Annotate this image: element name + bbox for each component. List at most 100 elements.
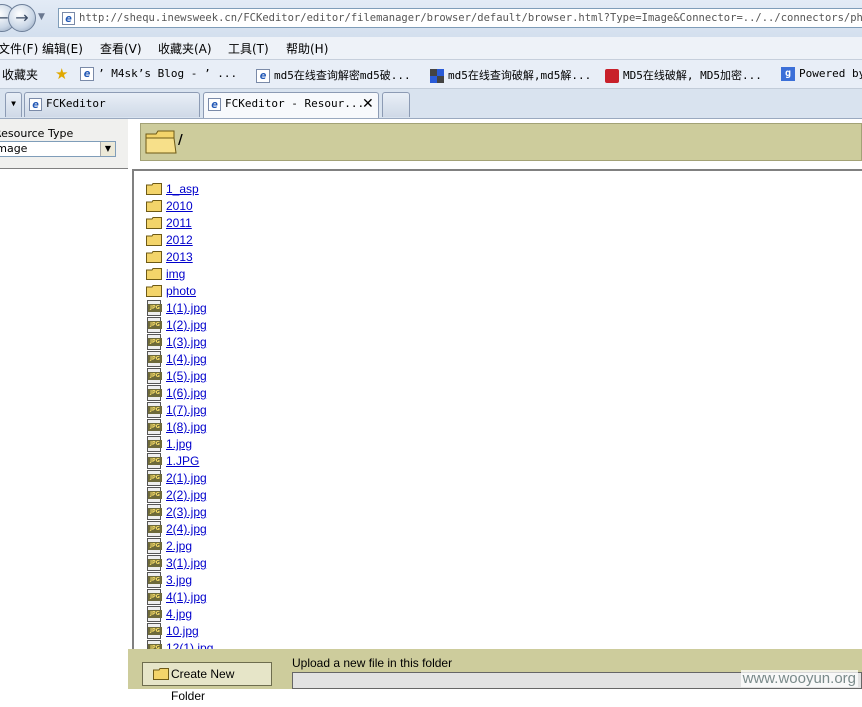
file-list: 1_asp 2010 2011 2012 2013 img photo JPG 1(1).jpg… <box>132 169 862 649</box>
item-name-link[interactable]: 3(1).jpg <box>166 556 207 570</box>
item-name-link[interactable]: 1(7).jpg <box>166 403 207 417</box>
favorite-link-blog[interactable]: e’ M4sk’s Blog - ’ ... <box>80 67 237 81</box>
jpg-file-icon: JPG <box>147 385 162 401</box>
folder-tree-panel <box>0 168 128 690</box>
jpg-file-icon: JPG <box>147 623 162 639</box>
item-name-link[interactable]: 3.jpg <box>166 573 192 587</box>
favorite-link-md5-3[interactable]: MD5在线破解, MD5加密... <box>605 67 762 83</box>
url-field[interactable]: e http://shequ.inewsweek.cn/FCKeditor/edi… <box>58 8 862 28</box>
red-site-icon <box>605 69 619 83</box>
grid-site-icon <box>430 69 444 83</box>
current-path: / <box>178 133 183 148</box>
favorite-link-google[interactable]: g Powered by <box>781 67 862 81</box>
resource-type-select[interactable]: Image ▼ <box>0 141 116 157</box>
ie-page-icon: e <box>256 69 270 83</box>
item-name-link[interactable]: 1(8).jpg <box>166 420 207 434</box>
open-folder-icon <box>145 130 177 154</box>
jpg-file-icon: JPG <box>147 487 162 503</box>
close-tab-icon[interactable]: ✕ <box>362 93 374 115</box>
favorites-bar: 收藏夹 ★ e’ M4sk’s Blog - ’ ... e md5在线查询解密m… <box>0 60 862 89</box>
create-new-folder-button[interactable]: Create New Folder <box>142 662 272 703</box>
menu-tools[interactable]: 工具(T) <box>228 40 269 57</box>
jpg-file-icon: JPG <box>147 317 162 333</box>
item-name-link[interactable]: 12(1).jpg <box>166 641 213 649</box>
jpg-file-icon: JPG <box>147 334 162 350</box>
item-name-link[interactable]: 1(1).jpg <box>166 301 207 315</box>
address-bar: ← → ▼ e http://shequ.inewsweek.cn/FCKedit… <box>0 0 862 38</box>
history-dropdown-icon[interactable]: ▼ <box>38 12 45 22</box>
ie-page-icon: e <box>80 67 94 81</box>
jpg-file-icon: JPG <box>147 300 162 316</box>
item-name-link[interactable]: 2.jpg <box>166 539 192 553</box>
menu-favorites[interactable]: 收藏夹(A) <box>158 40 212 57</box>
add-favorite-star-icon[interactable]: ★ <box>55 65 68 83</box>
jpg-file-icon: JPG <box>147 538 162 554</box>
item-name-link[interactable]: 2(3).jpg <box>166 505 207 519</box>
folder-icon <box>146 251 162 263</box>
item-name-link[interactable]: 1(5).jpg <box>166 369 207 383</box>
tab-bar: ▼ e FCKeditor e FCKeditor - Resour... ✕ <box>0 89 862 119</box>
folder-icon <box>146 234 162 246</box>
folder-icon <box>146 200 162 212</box>
item-name-link[interactable]: 1(3).jpg <box>166 335 207 349</box>
item-name-link[interactable]: 4(1).jpg <box>166 590 207 604</box>
folder-icon <box>146 285 162 297</box>
jpg-file-icon: JPG <box>147 640 162 649</box>
jpg-file-icon: JPG <box>147 589 162 605</box>
item-name-link[interactable]: 10.jpg <box>166 624 199 638</box>
item-name-link[interactable]: img <box>166 267 185 281</box>
jpg-file-icon: JPG <box>147 521 162 537</box>
item-name-link[interactable]: 1_asp <box>166 182 199 196</box>
favorites-label[interactable]: 收藏夹 <box>2 66 38 83</box>
item-name-link[interactable]: 2(1).jpg <box>166 471 207 485</box>
item-name-link[interactable]: 2(4).jpg <box>166 522 207 536</box>
current-folder-bar <box>140 123 862 161</box>
jpg-file-icon: JPG <box>147 453 162 469</box>
item-name-link[interactable]: 2011 <box>166 216 192 230</box>
jpg-file-icon: JPG <box>147 555 162 571</box>
menu-help[interactable]: 帮助(H) <box>286 40 328 57</box>
jpg-file-icon: JPG <box>147 470 162 486</box>
item-name-link[interactable]: 2013 <box>166 250 193 264</box>
jpg-file-icon: JPG <box>147 436 162 452</box>
item-name-link[interactable]: 2012 <box>166 233 193 247</box>
jpg-file-icon: JPG <box>147 351 162 367</box>
page-icon: e <box>62 11 75 25</box>
item-name-link[interactable]: 1.jpg <box>166 437 192 451</box>
chevron-down-icon[interactable]: ▼ <box>100 142 115 156</box>
item-name-link[interactable]: 1(2).jpg <box>166 318 207 332</box>
jpg-file-icon: JPG <box>147 606 162 622</box>
item-name-link[interactable]: 1.JPG <box>166 454 199 468</box>
favorite-link-md5-2[interactable]: md5在线查询破解,md5解... <box>430 67 591 83</box>
tab-list-dropdown-icon[interactable]: ▼ <box>5 92 22 117</box>
item-name-link[interactable]: 1(6).jpg <box>166 386 207 400</box>
tab-ie-icon: e <box>29 97 42 111</box>
favorite-link-md5-1[interactable]: e md5在线查询解密md5破... <box>256 67 411 83</box>
watermark-text: www.wooyun.org <box>740 670 858 687</box>
tab-fckeditor[interactable]: e FCKeditor <box>24 92 200 117</box>
menu-file[interactable]: 文件(F) <box>0 40 38 57</box>
tab-ie-icon: e <box>208 97 221 111</box>
item-name-link[interactable]: 2(2).jpg <box>166 488 207 502</box>
item-name-link[interactable]: 4.jpg <box>166 607 192 621</box>
forward-button[interactable]: → <box>8 4 36 32</box>
jpg-file-icon: JPG <box>147 368 162 384</box>
url-text: http://shequ.inewsweek.cn/FCKeditor/edit… <box>79 12 862 24</box>
item-name-link[interactable]: photo <box>166 284 196 298</box>
new-folder-icon <box>153 668 169 680</box>
menu-view[interactable]: 查看(V) <box>100 40 142 57</box>
google-icon: g <box>781 67 795 81</box>
jpg-file-icon: JPG <box>147 504 162 520</box>
new-tab-button[interactable] <box>382 92 410 117</box>
item-name-link[interactable]: 2010 <box>166 199 193 213</box>
menu-edit[interactable]: 编辑(E) <box>42 40 83 57</box>
menu-bar: 文件(F) 编辑(E) 查看(V) 收藏夹(A) 工具(T) 帮助(H) <box>0 37 862 60</box>
item-name-link[interactable]: 1(4).jpg <box>166 352 207 366</box>
folder-icon <box>146 217 162 229</box>
folder-icon <box>146 183 162 195</box>
jpg-file-icon: JPG <box>147 419 162 435</box>
jpg-file-icon: JPG <box>147 572 162 588</box>
tab-fckeditor-resources[interactable]: e FCKeditor - Resour... ✕ <box>203 92 379 118</box>
resource-type-label: Resource Type <box>0 127 74 140</box>
jpg-file-icon: JPG <box>147 402 162 418</box>
